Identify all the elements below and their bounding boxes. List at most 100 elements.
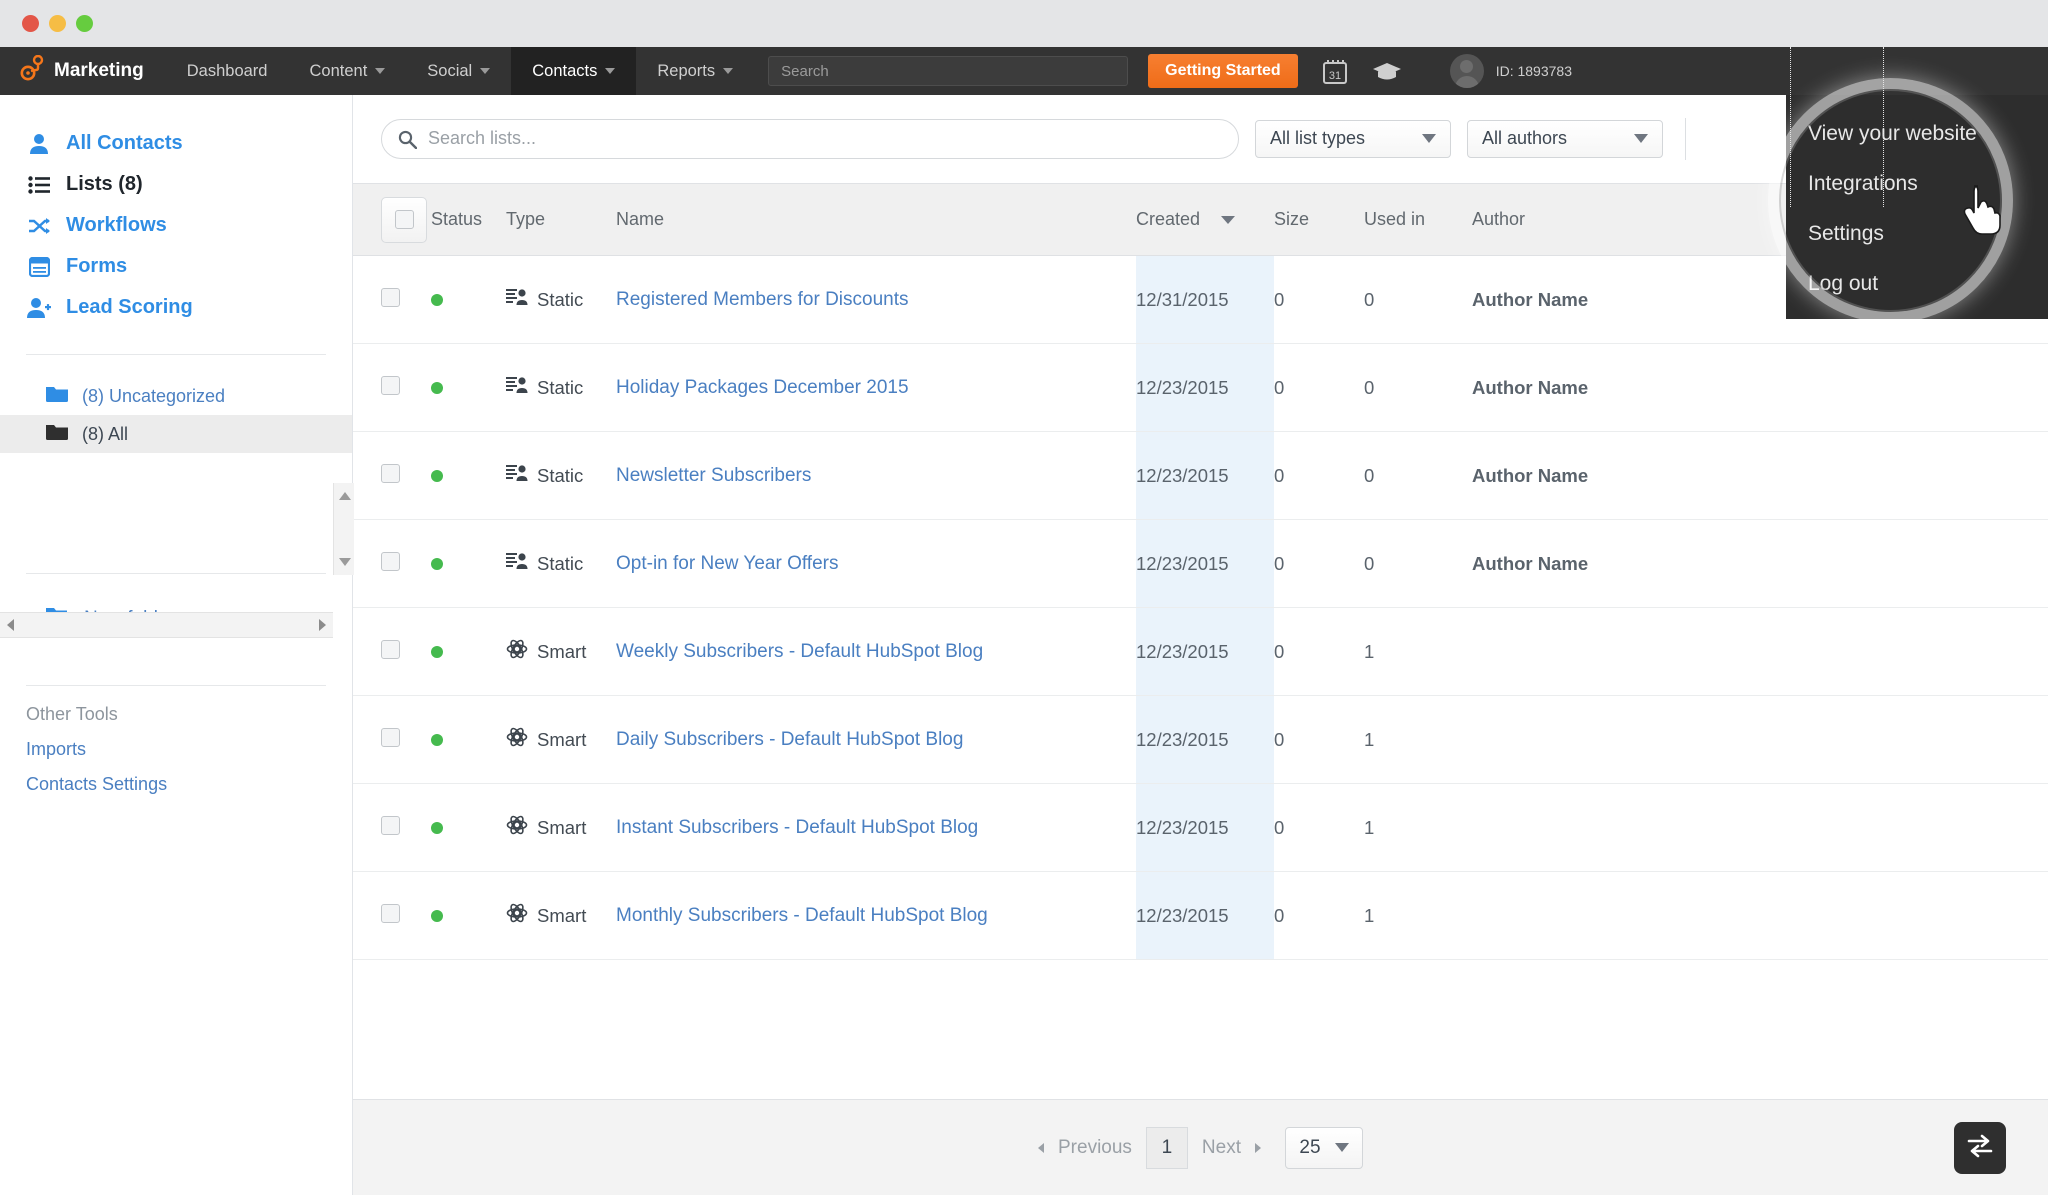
- table-row[interactable]: Smart Weekly Subscribers - Default HubSpo…: [353, 607, 2048, 696]
- list-name-link[interactable]: Newsletter Subscribers: [616, 465, 811, 486]
- next-page-arrow-icon[interactable]: [1255, 1142, 1261, 1153]
- account-menu-item-view-website[interactable]: View your website: [1786, 109, 2048, 159]
- nav-item-label: Reports: [657, 61, 716, 80]
- column-header-size[interactable]: Size: [1274, 183, 1364, 256]
- list-types-filter[interactable]: All list types: [1255, 119, 1451, 158]
- nav-item-social[interactable]: Social: [406, 47, 511, 95]
- rows-per-page-select[interactable]: 25: [1285, 1126, 1363, 1169]
- sidebar-item-label: Forms: [66, 255, 128, 277]
- window-close-button[interactable]: [22, 15, 39, 32]
- chevron-down-icon: [723, 68, 734, 74]
- folder-list-scrollbar[interactable]: [333, 483, 354, 575]
- folder-item-all[interactable]: (8) All: [0, 415, 352, 453]
- column-header-name[interactable]: Name: [616, 183, 1136, 256]
- row-used-in-cell: 1: [1364, 695, 1472, 784]
- table-row[interactable]: Smart Daily Subscribers - Default HubSpot…: [353, 695, 2048, 784]
- row-checkbox[interactable]: [381, 639, 400, 659]
- authors-filter[interactable]: All authors: [1467, 119, 1663, 158]
- graduation-cap-icon[interactable]: [1372, 56, 1402, 86]
- column-header-used-in[interactable]: Used in: [1364, 183, 1472, 256]
- table-row[interactable]: Static Newsletter Subscribers 12/23/2015 0 0…: [353, 431, 2048, 520]
- getting-started-button[interactable]: Getting Started: [1148, 54, 1298, 88]
- nav-item-label: Social: [427, 61, 473, 80]
- nav-item-label: Content: [309, 61, 368, 80]
- list-name-link[interactable]: Opt-in for New Year Offers: [616, 553, 838, 574]
- row-created-cell: 12/23/2015: [1136, 871, 1274, 960]
- list-name-link[interactable]: Holiday Packages December 2015: [616, 377, 909, 398]
- row-checkbox[interactable]: [381, 375, 400, 395]
- folder-item-uncategorized[interactable]: (8) Uncategorized: [0, 377, 352, 415]
- global-search-input[interactable]: [768, 56, 1129, 86]
- scroll-up-arrow-icon[interactable]: [339, 492, 351, 500]
- column-header-type[interactable]: Type: [506, 183, 616, 256]
- search-lists-input[interactable]: [381, 118, 1239, 159]
- alignment-guide: [1883, 47, 1884, 207]
- sidebar-item-workflows[interactable]: Workflows: [0, 205, 352, 246]
- row-author-cell: Author Name: [1472, 431, 2048, 520]
- column-header-status[interactable]: Status: [431, 183, 506, 256]
- status-badge: [431, 733, 443, 746]
- row-type-label: Smart: [537, 816, 587, 838]
- column-header-created[interactable]: Created: [1136, 183, 1274, 256]
- calendar-icon[interactable]: 31: [1320, 56, 1350, 86]
- row-checkbox[interactable]: [381, 287, 400, 307]
- row-checkbox[interactable]: [381, 815, 400, 835]
- brand-label: Marketing: [54, 60, 144, 81]
- scroll-right-arrow-icon[interactable]: [319, 619, 326, 631]
- row-created-cell: 12/23/2015: [1136, 431, 1274, 520]
- column-header-created-label: Created: [1136, 209, 1201, 229]
- account-menu-trigger[interactable]: ID: 1893783: [1432, 47, 1590, 95]
- row-type-label: Static: [537, 376, 584, 398]
- sidebar-item-label: Lists (8): [66, 173, 143, 195]
- sidebar-item-all-contacts[interactable]: All Contacts: [0, 123, 352, 164]
- row-status-cell: [431, 871, 506, 960]
- table-row[interactable]: Smart Instant Subscribers - Default HubSp…: [353, 783, 2048, 872]
- window-maximize-button[interactable]: [76, 15, 93, 32]
- shuffle-icon: [26, 217, 52, 235]
- scroll-left-arrow-icon[interactable]: [7, 619, 14, 631]
- nav-item-contacts[interactable]: Contacts: [511, 47, 637, 95]
- list-name-link[interactable]: Instant Subscribers - Default HubSpot Bl…: [616, 817, 978, 838]
- row-type-cell: Static: [506, 343, 616, 432]
- nav-item-dashboard[interactable]: Dashboard: [166, 47, 289, 95]
- row-checkbox[interactable]: [381, 551, 400, 571]
- sidebar-item-forms[interactable]: Forms: [0, 246, 352, 287]
- account-menu-item-logout[interactable]: Log out: [1786, 259, 2048, 309]
- status-badge: [431, 645, 443, 658]
- row-type-label: Static: [537, 464, 584, 486]
- current-page-number[interactable]: 1: [1145, 1126, 1188, 1169]
- table-row[interactable]: Smart Monthly Subscribers - Default HubSp…: [353, 871, 2048, 960]
- row-size-cell: 0: [1274, 871, 1364, 960]
- table-row[interactable]: Static Opt-in for New Year Offers 12/23/20…: [353, 519, 2048, 608]
- list-name-link[interactable]: Weekly Subscribers - Default HubSpot Blo…: [616, 641, 983, 662]
- row-used-in-cell: 0: [1364, 519, 1472, 608]
- nav-item-reports[interactable]: Reports: [636, 47, 754, 95]
- sidebar-item-lead-scoring[interactable]: Lead Scoring: [0, 287, 352, 328]
- row-checkbox[interactable]: [381, 727, 400, 747]
- account-menu-item-settings[interactable]: Settings: [1786, 209, 2048, 259]
- account-menu-item-integrations[interactable]: Integrations: [1786, 159, 2048, 209]
- sidebar-item-contacts-settings[interactable]: Contacts Settings: [0, 760, 352, 795]
- scroll-down-arrow-icon[interactable]: [339, 558, 351, 566]
- next-page-button[interactable]: Next: [1202, 1137, 1241, 1159]
- previous-page-button[interactable]: Previous: [1058, 1137, 1132, 1159]
- window-minimize-button[interactable]: [49, 15, 66, 32]
- select-all-checkbox[interactable]: [381, 196, 427, 243]
- sidebar-item-imports[interactable]: Imports: [0, 725, 352, 760]
- nav-item-content[interactable]: Content: [288, 47, 406, 95]
- previous-page-arrow-icon[interactable]: [1038, 1142, 1044, 1153]
- row-type-cell: Static: [506, 255, 616, 344]
- row-checkbox[interactable]: [381, 903, 400, 923]
- row-checkbox[interactable]: [381, 463, 400, 483]
- table-row[interactable]: Static Holiday Packages December 2015 12/2…: [353, 343, 2048, 432]
- brand-logo[interactable]: Marketing: [0, 47, 166, 95]
- list-name-link[interactable]: Daily Subscribers - Default HubSpot Blog: [616, 729, 963, 750]
- sidebar-item-lists[interactable]: Lists (8): [0, 164, 352, 205]
- author-label: Author Name: [1472, 552, 1589, 574]
- sidebar-horizontal-scrollbar[interactable]: [0, 612, 333, 638]
- list-name-link[interactable]: Monthly Subscribers - Default HubSpot Bl…: [616, 905, 988, 926]
- list-name-link[interactable]: Registered Members for Discounts: [616, 289, 909, 310]
- transfer-lists-button[interactable]: [1954, 1122, 2006, 1174]
- row-name-cell: Opt-in for New Year Offers: [616, 519, 1136, 608]
- sidebar-divider: [26, 354, 326, 355]
